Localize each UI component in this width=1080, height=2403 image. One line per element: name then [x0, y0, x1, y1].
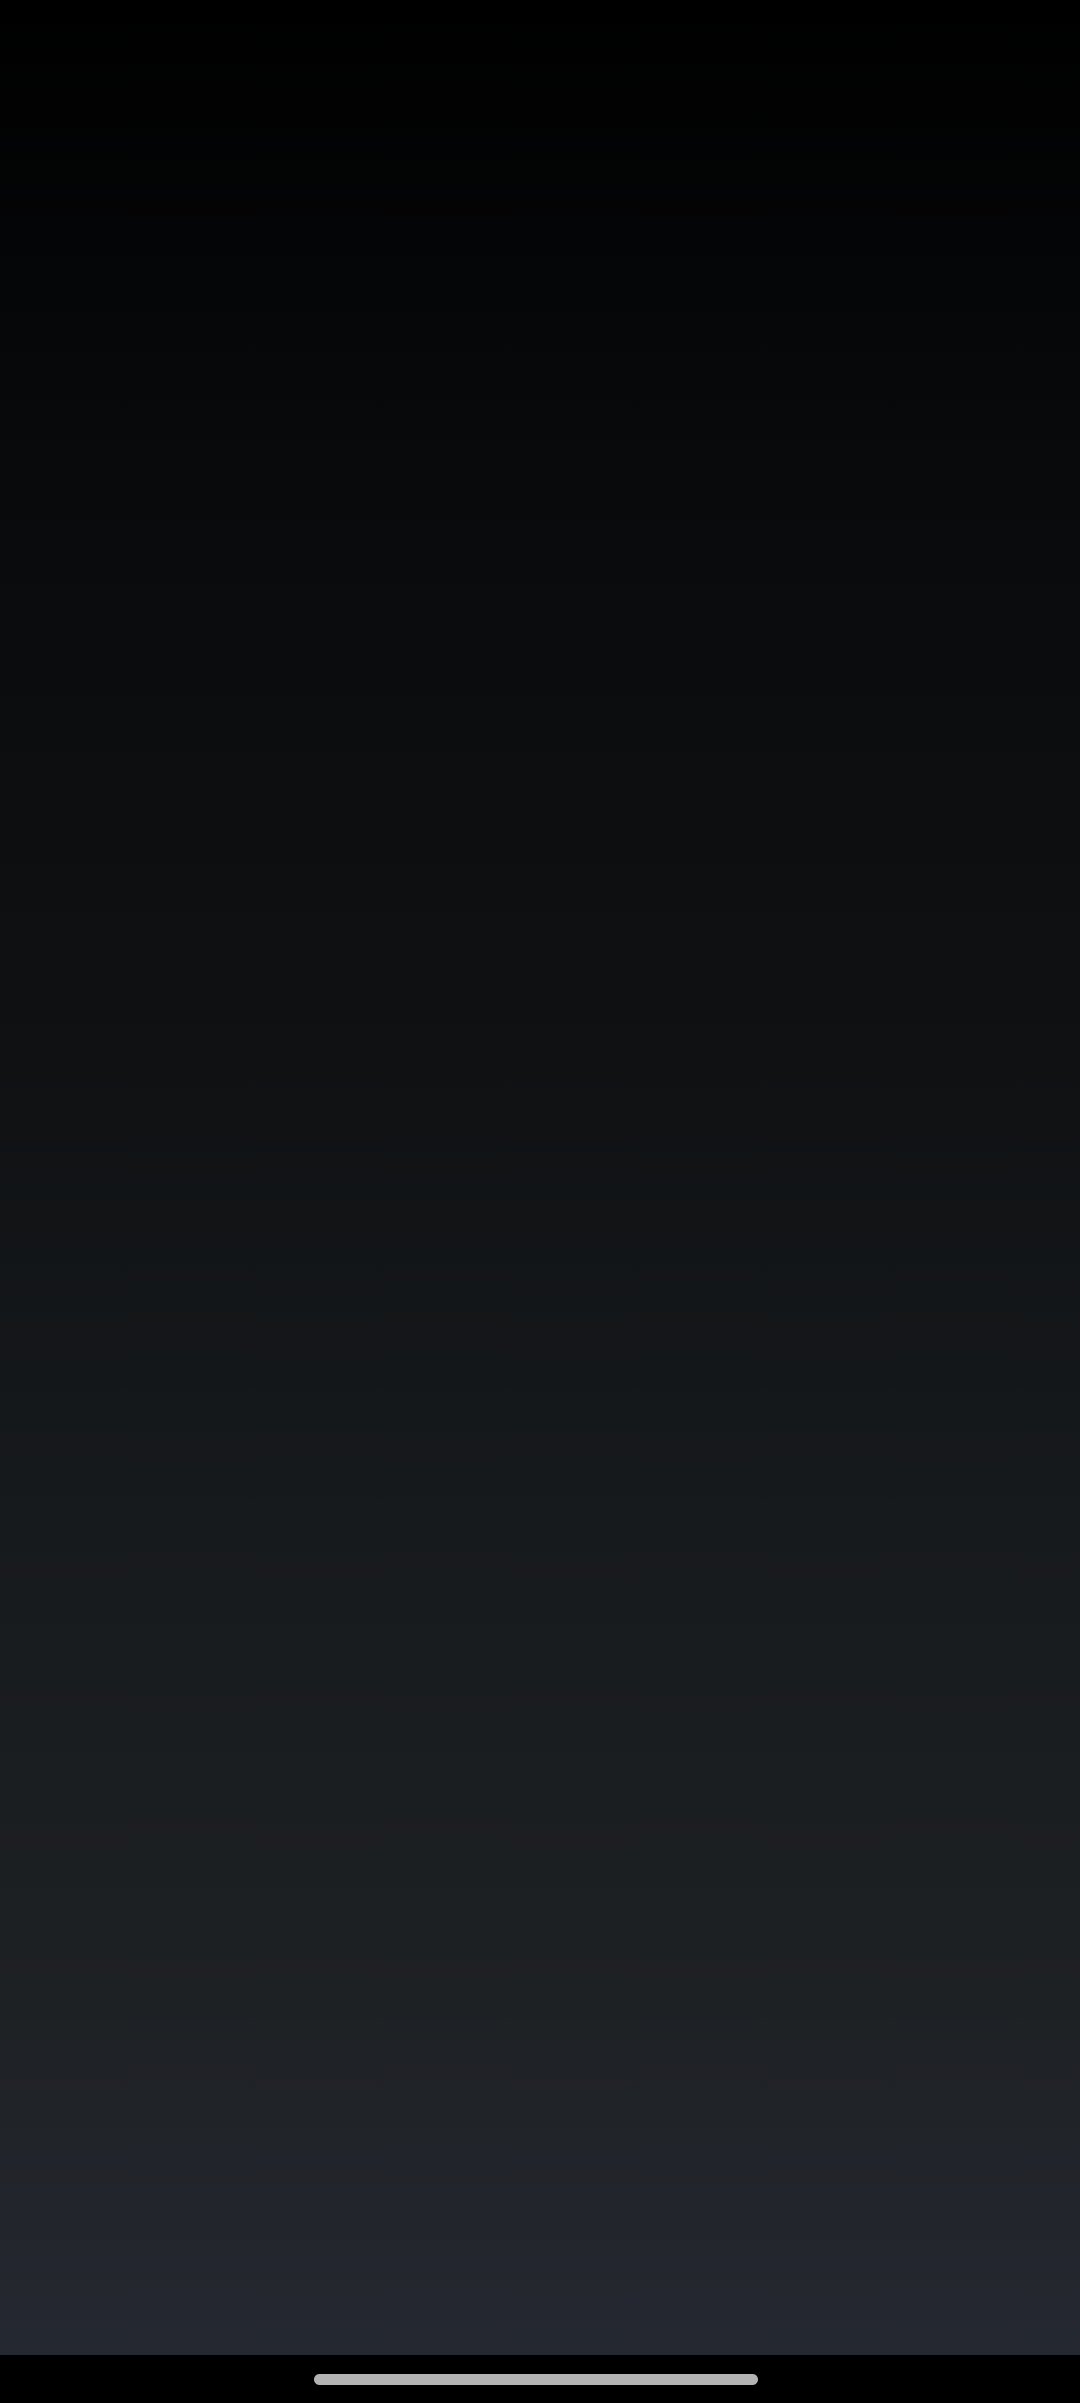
system-navigation-bar [0, 2355, 1080, 2403]
blank-app-surface [0, 0, 1080, 2355]
screen [0, 0, 1080, 2403]
gesture-handle[interactable] [314, 2374, 758, 2385]
